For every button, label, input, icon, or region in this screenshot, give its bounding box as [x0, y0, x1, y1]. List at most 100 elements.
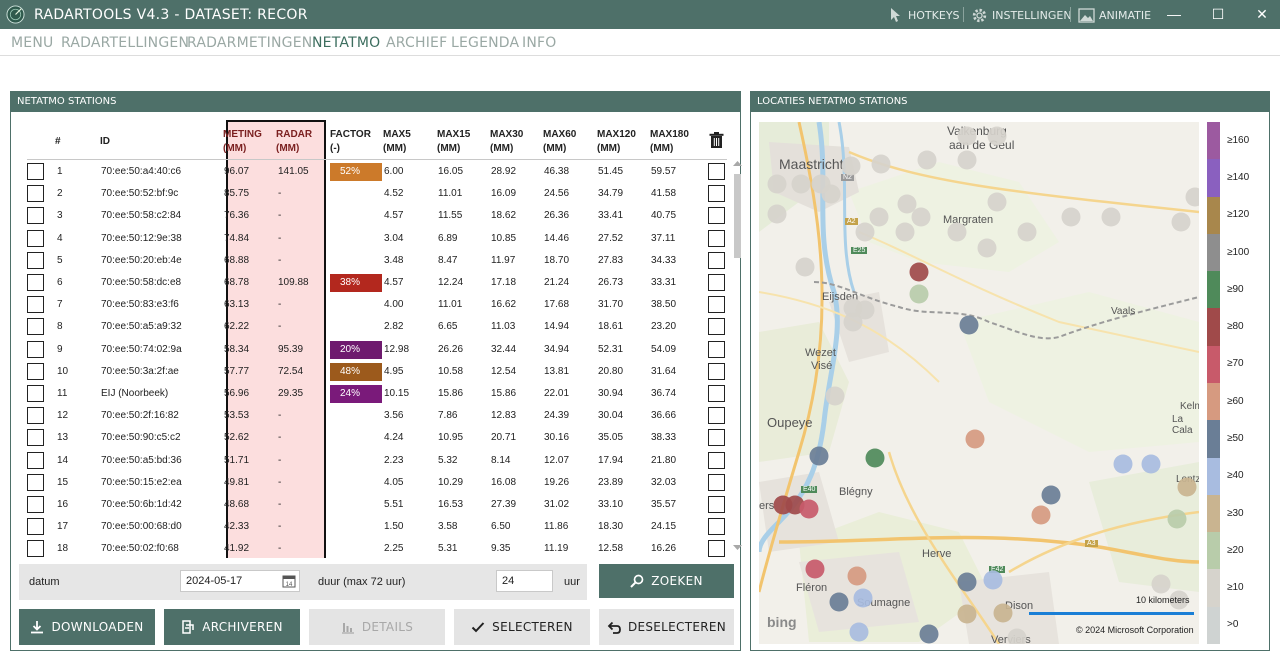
- row-delete-checkbox[interactable]: [708, 451, 725, 469]
- station-marker[interactable]: [919, 624, 939, 644]
- menu-item-menu[interactable]: MENU: [11, 35, 53, 51]
- station-marker[interactable]: [791, 174, 811, 194]
- station-marker[interactable]: [869, 207, 889, 227]
- station-marker[interactable]: [809, 446, 829, 466]
- header-max180[interactable]: MAX180 (MM): [650, 128, 689, 156]
- station-marker[interactable]: [987, 192, 1007, 212]
- close-button[interactable]: ✕: [1251, 4, 1273, 24]
- row-delete-checkbox[interactable]: [708, 340, 725, 358]
- station-marker[interactable]: [1007, 628, 1027, 645]
- search-button[interactable]: ZOEKEN: [599, 564, 734, 598]
- menu-item-radartellingen[interactable]: RADARTELLINGEN: [61, 35, 189, 51]
- table-row[interactable]: 7 70:ee:50:83:e3:f6 63.13 - 4.00 11.01 16.62 17…: [19, 294, 729, 316]
- station-marker[interactable]: [841, 156, 861, 176]
- station-marker[interactable]: [977, 238, 997, 258]
- row-select-checkbox[interactable]: [27, 163, 44, 180]
- row-select-checkbox[interactable]: [27, 207, 44, 225]
- station-marker[interactable]: [909, 262, 929, 282]
- station-marker[interactable]: [897, 194, 917, 214]
- row-select-checkbox[interactable]: [27, 185, 44, 203]
- archive-button[interactable]: ARCHIVEREN: [164, 609, 300, 645]
- row-select-checkbox[interactable]: [27, 518, 44, 536]
- row-delete-checkbox[interactable]: [708, 163, 725, 180]
- station-marker[interactable]: [983, 570, 1003, 590]
- station-marker[interactable]: [1141, 454, 1161, 474]
- table-row[interactable]: 4 70:ee:50:12:9e:38 74.84 - 3.04 6.89 10.85 14.…: [19, 228, 729, 250]
- station-marker[interactable]: [865, 448, 885, 468]
- station-marker[interactable]: [849, 622, 869, 642]
- station-marker[interactable]: [1185, 187, 1200, 207]
- row-delete-checkbox[interactable]: [708, 473, 725, 491]
- station-marker[interactable]: [767, 204, 787, 224]
- table-row[interactable]: 9 70:ee:50:74:02:9a 58.34 95.39 12.98 26.26 32…: [19, 339, 729, 361]
- row-delete-checkbox[interactable]: [708, 207, 725, 225]
- row-select-checkbox[interactable]: [27, 318, 44, 336]
- table-row[interactable]: 13 70:ee:50:90:c5:c2 52.62 - 4.24 10.95 20.71 3…: [19, 427, 729, 449]
- menu-item-legenda[interactable]: LEGENDA: [451, 35, 519, 51]
- table-row[interactable]: 6 70:ee:50:58:dc:e8 68.78 109.88 4.57 12.24 17…: [19, 272, 729, 294]
- station-marker[interactable]: [795, 257, 815, 277]
- maximize-button[interactable]: ☐: [1207, 4, 1229, 24]
- hotkeys-button[interactable]: HOTKEYS: [888, 5, 960, 25]
- table-row[interactable]: 12 70:ee:50:2f:16:82 53.53 - 3.56 7.86 12.83 24…: [19, 405, 729, 427]
- row-select-checkbox[interactable]: [27, 362, 44, 380]
- menu-item-radarmetingen[interactable]: RADARMETINGEN: [187, 35, 312, 51]
- scroll-up-icon[interactable]: [733, 160, 742, 167]
- station-marker[interactable]: [987, 126, 1007, 146]
- row-delete-checkbox[interactable]: [708, 318, 725, 336]
- header-max30[interactable]: MAX30 (MM): [490, 128, 523, 156]
- select-button[interactable]: SELECTEREN: [454, 609, 590, 645]
- station-marker[interactable]: [1101, 207, 1121, 227]
- menu-item-archief[interactable]: ARCHIEF: [386, 35, 447, 51]
- header-max60[interactable]: MAX60 (MM): [543, 128, 576, 156]
- trash-icon[interactable]: [709, 132, 724, 149]
- menu-item-netatmo[interactable]: NETATMO: [312, 35, 380, 51]
- station-marker[interactable]: [1113, 454, 1133, 474]
- row-delete-checkbox[interactable]: [708, 540, 725, 558]
- station-marker[interactable]: [993, 603, 1013, 623]
- row-select-checkbox[interactable]: [27, 385, 44, 402]
- table-scrollbar[interactable]: [731, 160, 744, 558]
- station-marker[interactable]: [1017, 222, 1037, 242]
- row-select-checkbox[interactable]: [27, 407, 44, 425]
- row-select-checkbox[interactable]: [27, 451, 44, 469]
- row-select-checkbox[interactable]: [27, 340, 44, 358]
- station-marker[interactable]: [855, 300, 875, 320]
- table-row[interactable]: 8 70:ee:50:a5:a9:32 62.22 - 2.82 6.65 11.03 14.…: [19, 316, 729, 338]
- row-select-checkbox[interactable]: [27, 251, 44, 269]
- row-select-checkbox[interactable]: [27, 296, 44, 314]
- station-marker[interactable]: [957, 572, 977, 592]
- row-delete-checkbox[interactable]: [708, 274, 725, 291]
- table-row[interactable]: 18 70:ee:50:02:f0:68 41.92 - 2.25 5.31 9.35 11.…: [19, 538, 729, 558]
- header-radar[interactable]: RADAR (MM): [276, 128, 312, 156]
- download-button[interactable]: DOWNLOADEN: [19, 609, 155, 645]
- station-marker[interactable]: [957, 150, 977, 170]
- header-max120[interactable]: MAX120 (MM): [597, 128, 636, 156]
- row-delete-checkbox[interactable]: [708, 385, 725, 402]
- station-marker[interactable]: [767, 174, 787, 194]
- station-marker[interactable]: [911, 207, 931, 227]
- station-marker[interactable]: [895, 222, 915, 242]
- station-marker[interactable]: [957, 126, 977, 146]
- settings-button[interactable]: INSTELLINGEN: [971, 5, 1072, 25]
- row-delete-checkbox[interactable]: [708, 518, 725, 536]
- row-select-checkbox[interactable]: [27, 429, 44, 447]
- station-marker[interactable]: [1061, 207, 1081, 227]
- table-row[interactable]: 3 70:ee:50:58:c2:84 76.36 - 4.57 11.55 18.62 26…: [19, 205, 729, 227]
- station-marker[interactable]: [959, 315, 979, 335]
- station-marker[interactable]: [1171, 212, 1191, 232]
- station-marker[interactable]: [829, 592, 849, 612]
- table-row[interactable]: 17 70:ee:50:00:68:d0 42.33 - 1.50 3.58 6.50 11.…: [19, 516, 729, 538]
- station-marker[interactable]: [965, 429, 985, 449]
- station-marker[interactable]: [871, 154, 891, 174]
- deselect-button[interactable]: DESELECTEREN: [599, 609, 734, 645]
- row-delete-checkbox[interactable]: [708, 496, 725, 513]
- table-row[interactable]: 1 70:ee:50:a4:40:c6 96.07 141.05 6.00 16.05 28…: [19, 161, 729, 183]
- row-delete-checkbox[interactable]: [708, 362, 725, 380]
- stations-map[interactable]: Valkenburg aan de Geul Maastricht Margra…: [759, 122, 1199, 644]
- station-marker[interactable]: [917, 150, 937, 170]
- table-row[interactable]: 16 70:ee:50:6b:1d:42 48.68 - 5.51 16.53 27.39 3…: [19, 494, 729, 516]
- station-marker[interactable]: [1177, 477, 1197, 497]
- station-marker[interactable]: [799, 499, 819, 519]
- row-delete-checkbox[interactable]: [708, 251, 725, 269]
